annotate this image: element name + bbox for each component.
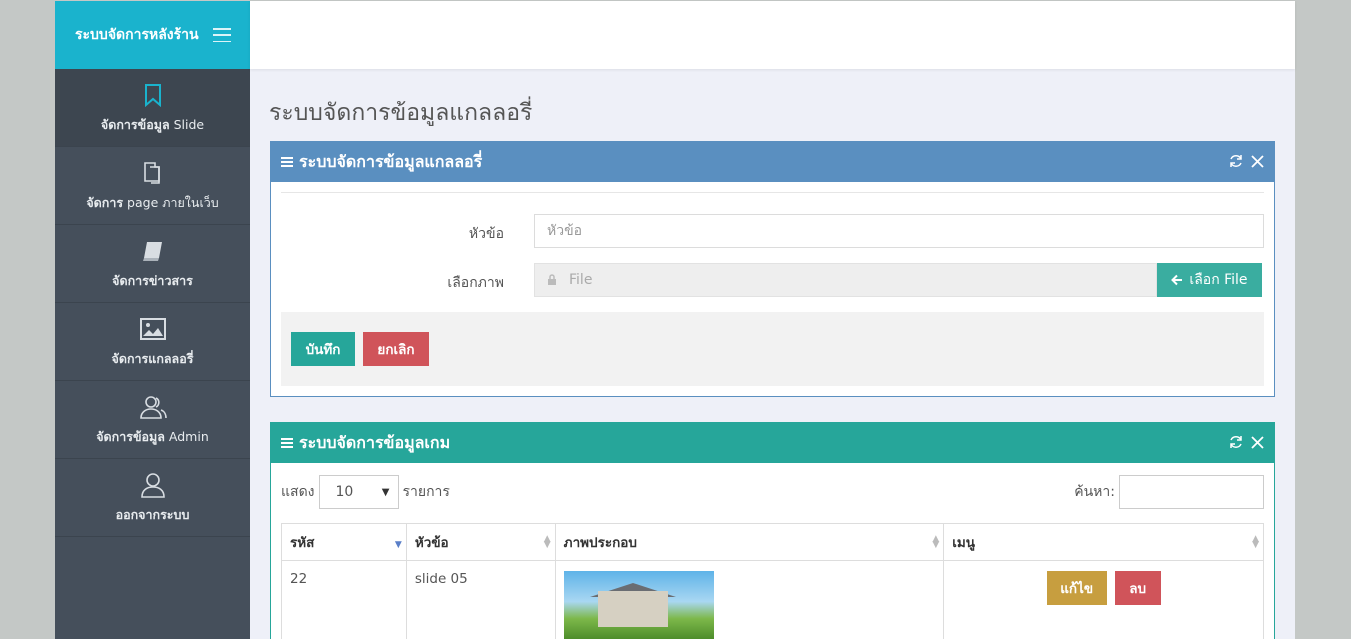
sidebar-item-label: จัดการแกลลอรี่ — [111, 350, 194, 366]
arrow-left-icon — [1171, 274, 1183, 286]
page-length-control: แสดง 10 ▼ รายการ — [281, 475, 450, 509]
sidebar-item-label: จัดการข้อมูล — [96, 428, 165, 444]
column-header-image[interactable]: ภาพประกอบ ▲ ▼ — [554, 523, 945, 561]
panel-title: ระบบจัดการข้อมูลเกม — [299, 432, 451, 452]
sidebar-item-slide[interactable]: จัดการข้อมูล Slide — [55, 69, 250, 147]
sort-icon: ▲ ▼ — [543, 534, 551, 550]
image-label: เลือกภาพ — [447, 275, 504, 291]
book-icon — [141, 237, 165, 265]
users-icon — [139, 393, 167, 421]
brand: ระบบจัดการหลังร้าน — [55, 1, 250, 69]
close-icon[interactable] — [1251, 434, 1264, 453]
search-label: ค้นหา: — [1074, 484, 1115, 500]
refresh-icon[interactable] — [1229, 153, 1243, 172]
caret-down-icon: ▼ — [381, 486, 390, 498]
cell-id: 22 — [281, 560, 407, 639]
sidebar-item-label-rest: Slide — [169, 116, 205, 132]
panel-header: ระบบจัดการข้อมูลแกลลอรี่ — [271, 142, 1274, 182]
main-content: ระบบจัดการข้อมูลแกลลอรี่ ระบบจัดการข้อมู… — [250, 69, 1295, 639]
page-title: ระบบจัดการข้อมูลแกลลอรี่ — [269, 100, 533, 126]
sidebar-item-admin[interactable]: จัดการข้อมูล Admin — [55, 381, 250, 459]
cell-menu: แก้ไข ลบ — [943, 560, 1264, 639]
entries-label: รายการ — [402, 484, 450, 500]
page-length-select[interactable]: 10 ▼ — [318, 475, 399, 509]
cell-title: slide 05 — [405, 560, 556, 639]
sidebar-item-label: ออกจากระบบ — [115, 506, 190, 522]
close-icon[interactable] — [1251, 153, 1264, 172]
delete-button[interactable]: ลบ — [1114, 571, 1161, 605]
lock-icon — [548, 274, 556, 285]
show-label: แสดง — [281, 484, 315, 500]
panel-title: ระบบจัดการข้อมูลแกลลอรี่ — [299, 151, 483, 171]
menu-toggle-icon[interactable] — [212, 28, 231, 42]
file-input[interactable]: File — [534, 263, 1157, 297]
cell-image — [554, 560, 945, 639]
divider — [281, 192, 1264, 193]
gallery-form-panel: ระบบจัดการข้อมูลแกลลอรี่ หัวข้อ หัวข้อ เ… — [270, 141, 1275, 397]
slide-thumbnail — [563, 571, 714, 639]
user-icon — [139, 471, 167, 499]
edit-button[interactable]: แก้ไข — [1046, 571, 1107, 605]
sidebar-item-label-rest: page ภายในเว็บ — [123, 194, 219, 210]
copy-icon — [140, 159, 166, 187]
image-icon — [139, 315, 166, 343]
bookmark-icon — [143, 81, 163, 109]
panel-header: ระบบจัดการข้อมูลเกม — [271, 423, 1274, 463]
form-footer: บันทึก ยกเลิก — [281, 312, 1264, 386]
data-table: รหัส ▼ หัวข้อ ▲ ▼ ภาพประกอบ ▲ ▼ เมนู ▲ ▼ 22 sli… — [281, 523, 1264, 639]
save-button[interactable]: บันทึก — [291, 332, 355, 366]
brand-title: ระบบจัดการหลังร้าน — [75, 27, 199, 43]
data-table-panel: ระบบจัดการข้อมูลเกม แสดง 10 ▼ รายการ ค้น… — [270, 422, 1275, 639]
sidebar-item-logout[interactable]: ออกจากระบบ — [55, 459, 250, 537]
page-length-value: 10 — [335, 484, 354, 500]
column-header-menu[interactable]: เมนู ▲ ▼ — [943, 523, 1264, 561]
sort-icon: ▲ ▼ — [1252, 534, 1259, 550]
sidebar-item-news[interactable]: จัดการข่าวสาร — [55, 225, 250, 303]
sort-icon: ▲ ▼ — [932, 534, 940, 550]
list-icon — [281, 438, 293, 448]
choose-file-label: เลือก File — [1189, 272, 1248, 288]
sidebar-item-label: จัดการข้อมูล — [100, 116, 170, 132]
file-placeholder: File — [569, 272, 593, 288]
list-icon — [281, 157, 293, 167]
app-frame: ระบบจัดการหลังร้าน จัดการข้อมูล Slide จั… — [55, 1, 1295, 639]
column-header-id[interactable]: รหัส ▼ — [281, 523, 407, 561]
table-header-row: รหัส ▼ หัวข้อ ▲ ▼ ภาพประกอบ ▲ ▼ เมนู ▲ ▼ — [281, 523, 1264, 561]
title-input[interactable]: หัวข้อ — [534, 214, 1264, 248]
title-label: หัวข้อ — [468, 226, 504, 242]
column-header-title[interactable]: หัวข้อ ▲ ▼ — [405, 523, 556, 561]
cancel-button[interactable]: ยกเลิก — [363, 332, 429, 366]
sidebar-item-pages[interactable]: จัดการ page ภายในเว็บ — [55, 147, 250, 225]
sidebar: ระบบจัดการหลังร้าน จัดการข้อมูล Slide จั… — [55, 1, 250, 639]
table-row: 22 slide 05 แก้ไข ลบ — [281, 560, 1264, 639]
refresh-icon[interactable] — [1229, 434, 1243, 453]
sidebar-item-label: จัดการข่าวสาร — [112, 272, 193, 288]
sidebar-item-gallery[interactable]: จัดการแกลลอรี่ — [55, 303, 250, 381]
choose-file-button[interactable]: เลือก File — [1157, 263, 1262, 297]
search-input[interactable] — [1119, 475, 1264, 509]
top-bar — [250, 1, 1295, 69]
search-control: ค้นหา: — [1074, 475, 1264, 509]
sidebar-item-label: จัดการ — [86, 194, 124, 210]
sidebar-item-label-rest: Admin — [164, 428, 209, 444]
sort-desc-icon: ▼ — [394, 540, 402, 550]
